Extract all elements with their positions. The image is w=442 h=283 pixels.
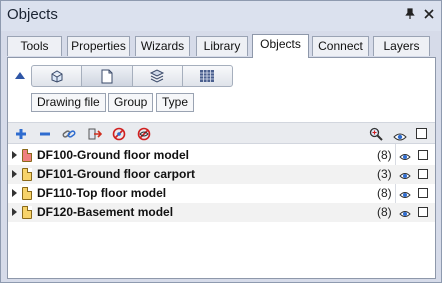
- file-name: DF101-Ground floor carport: [37, 167, 196, 181]
- view-toggle: [31, 65, 233, 87]
- collapse-all-icon[interactable]: [38, 127, 52, 141]
- objects-window: Objects Tools Properties Wizards Library…: [0, 0, 442, 283]
- page-view-icon[interactable]: [82, 66, 133, 86]
- list-item[interactable]: DF110-Top floor model (8): [8, 184, 435, 203]
- tab-bar: Tools Properties Wizards Library Objects…: [7, 34, 437, 58]
- file-icon: [22, 149, 32, 162]
- 3d-view-icon[interactable]: [32, 66, 83, 86]
- grid-view-icon[interactable]: [183, 66, 232, 86]
- tab-label: Wizards: [140, 39, 185, 53]
- objects-panel: Drawing file Group Type DF100-Ground flo…: [7, 57, 436, 279]
- hide-all-icon[interactable]: [137, 127, 151, 141]
- tab-label: Objects: [260, 37, 301, 51]
- object-count: (3): [377, 167, 392, 181]
- tab-label: Connect: [318, 39, 363, 53]
- tab-wizards[interactable]: Wizards: [135, 36, 190, 56]
- file-icon: [22, 206, 32, 219]
- list-item[interactable]: DF100-Ground floor model (8): [8, 146, 435, 165]
- type-button[interactable]: Type: [156, 93, 195, 112]
- zoom-icon[interactable]: [369, 127, 383, 141]
- file-name: DF100-Ground floor model: [37, 148, 190, 162]
- collapse-arrow-icon[interactable]: [15, 72, 25, 79]
- tab-tools[interactable]: Tools: [7, 36, 62, 56]
- expand-all-icon[interactable]: [14, 127, 28, 141]
- tab-label: Tools: [20, 39, 49, 53]
- tab-objects[interactable]: Objects: [252, 34, 309, 58]
- pin-icon[interactable]: [404, 8, 416, 20]
- object-count: (8): [377, 186, 392, 200]
- eye-icon[interactable]: [399, 189, 411, 199]
- eye-icon[interactable]: [399, 208, 411, 218]
- eye-icon[interactable]: [399, 151, 411, 161]
- tab-label: Layers: [383, 39, 420, 53]
- layers-view-icon[interactable]: [133, 66, 183, 86]
- hide-icon[interactable]: [112, 127, 126, 141]
- object-count: (8): [377, 205, 392, 219]
- tab-properties[interactable]: Properties: [67, 36, 130, 56]
- checkbox-icon[interactable]: [416, 128, 427, 139]
- list-item[interactable]: DF120-Basement model (8): [8, 203, 435, 222]
- file-icon: [22, 168, 32, 181]
- list-item[interactable]: DF101-Ground floor carport (3): [8, 165, 435, 184]
- row-checkbox[interactable]: [418, 207, 428, 217]
- row-checkbox[interactable]: [418, 188, 428, 198]
- expand-arrow-icon[interactable]: [12, 208, 17, 216]
- close-icon[interactable]: [423, 8, 435, 20]
- eye-icon[interactable]: [399, 170, 411, 180]
- tab-label: Properties: [71, 39, 126, 53]
- file-name: DF110-Top floor model: [37, 186, 167, 200]
- expand-arrow-icon[interactable]: [12, 170, 17, 178]
- object-count: (8): [377, 148, 392, 162]
- transfer-icon[interactable]: [88, 127, 103, 141]
- title-bar[interactable]: Objects: [1, 1, 441, 31]
- row-checkbox[interactable]: [418, 169, 428, 179]
- file-name: DF120-Basement model: [37, 205, 174, 219]
- group-button[interactable]: Group: [108, 93, 154, 112]
- tab-label: Library: [203, 39, 241, 53]
- objects-toolbar: [8, 122, 435, 144]
- drawing-file-button[interactable]: Drawing file: [31, 93, 106, 112]
- expand-arrow-icon[interactable]: [12, 189, 17, 197]
- tab-layers[interactable]: Layers: [373, 36, 430, 56]
- expand-arrow-icon[interactable]: [12, 151, 17, 159]
- drawing-file-list: DF100-Ground floor model (8) DF101-Groun…: [8, 146, 435, 222]
- tab-library[interactable]: Library: [196, 36, 248, 56]
- tab-connect[interactable]: Connect: [312, 36, 369, 56]
- row-checkbox[interactable]: [418, 150, 428, 160]
- window-title: Objects: [7, 6, 58, 23]
- eye-icon[interactable]: [393, 129, 407, 143]
- file-icon: [22, 187, 32, 200]
- link-icon[interactable]: [62, 127, 76, 141]
